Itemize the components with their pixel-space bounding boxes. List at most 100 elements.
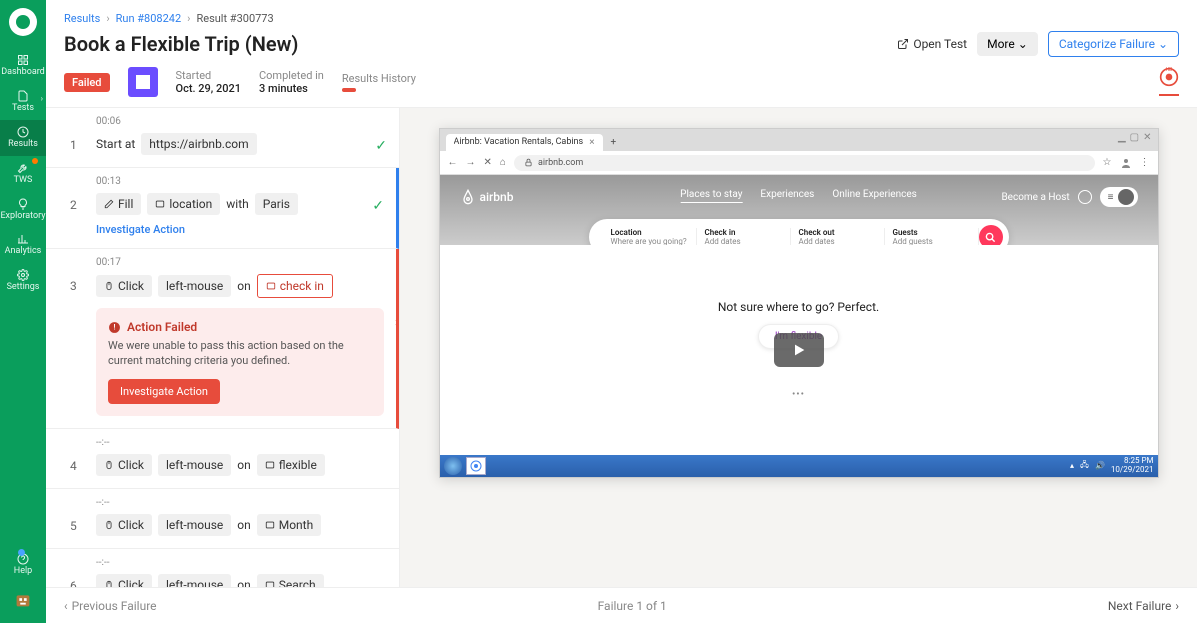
previous-failure-link[interactable]: ‹ Previous Failure bbox=[64, 599, 157, 613]
investigate-action-button[interactable]: Investigate Action bbox=[108, 379, 220, 404]
sound-icon[interactable]: 🔊 bbox=[1095, 461, 1105, 470]
nav-places[interactable]: Places to stay bbox=[680, 189, 742, 203]
search-checkin[interactable]: Check in Add dates bbox=[697, 228, 791, 246]
user-icon[interactable] bbox=[1120, 157, 1132, 169]
play-video-button[interactable] bbox=[774, 333, 824, 367]
steps-pane[interactable]: 1 00:06 Start at https://airbnb.com ✓ 2 … bbox=[46, 108, 400, 587]
target-label: Month bbox=[279, 518, 313, 532]
clock-date: 10/29/2021 bbox=[1111, 466, 1154, 475]
user-avatar bbox=[128, 67, 158, 97]
notification-badge-icon bbox=[32, 158, 38, 164]
error-message: We were unable to pass this action based… bbox=[108, 338, 372, 369]
element-icon bbox=[265, 520, 275, 530]
new-tab-button[interactable]: + bbox=[607, 137, 621, 148]
next-failure-link[interactable]: Next Failure › bbox=[1108, 599, 1179, 613]
sidebar-item-analytics[interactable]: Analytics bbox=[0, 227, 46, 263]
mouse-icon bbox=[104, 281, 114, 291]
menu-icon[interactable]: ⋮ bbox=[1140, 157, 1150, 168]
step-connector: with bbox=[226, 197, 248, 211]
sidebar-label: TWS bbox=[14, 176, 33, 186]
airbnb-logo[interactable]: airbnb bbox=[460, 189, 514, 205]
target-chip-failed: check in bbox=[257, 274, 333, 298]
nav-online[interactable]: Online Experiences bbox=[832, 189, 916, 203]
chevron-right-icon: › bbox=[41, 94, 43, 103]
profile-menu[interactable]: ≡ bbox=[1100, 187, 1138, 207]
sidebar-label: Dashboard bbox=[1, 68, 45, 78]
step-row[interactable]: 5 --:-- Click left-mouse on Month bbox=[46, 489, 399, 549]
error-title: ! Action Failed bbox=[108, 320, 372, 334]
chevron-right-icon: › bbox=[187, 12, 190, 25]
minimize-icon[interactable]: ▁ bbox=[1118, 132, 1126, 143]
open-test-link[interactable]: Open Test bbox=[897, 37, 967, 51]
start-button-icon[interactable] bbox=[444, 457, 462, 475]
bulb-icon bbox=[17, 198, 29, 210]
step-row[interactable]: 3 00:17 Click left-mouse on check in bbox=[46, 249, 399, 429]
avatar-icon bbox=[1118, 189, 1134, 205]
step-verb: Start at bbox=[96, 137, 135, 151]
loading-dots-icon: ••• bbox=[792, 389, 805, 400]
nav-experiences[interactable]: Experiences bbox=[760, 189, 814, 203]
globe-icon[interactable] bbox=[1078, 190, 1092, 204]
star-icon[interactable]: ☆ bbox=[1103, 157, 1112, 168]
search-checkout[interactable]: Check out Add dates bbox=[791, 228, 885, 246]
history-bar-icon bbox=[342, 88, 356, 92]
meta-value: 3 minutes bbox=[259, 82, 324, 95]
chrome-icon bbox=[470, 460, 482, 472]
breadcrumb: Results › Run #808242 › Result #300773 bbox=[64, 12, 1179, 25]
search-guests[interactable]: Guests Add guests bbox=[885, 228, 979, 246]
url-input[interactable]: airbnb.com bbox=[514, 155, 1095, 171]
sidebar-item-tws[interactable]: TWS bbox=[0, 156, 46, 192]
step-row[interactable]: 6 --:-- Click left-mouse on Search bbox=[46, 549, 399, 587]
sidebar-item-help[interactable]: Help bbox=[12, 547, 34, 583]
breadcrumb-results[interactable]: Results bbox=[64, 12, 100, 25]
close-icon[interactable]: × bbox=[589, 137, 594, 148]
prev-label: Previous Failure bbox=[72, 599, 157, 613]
mouse-icon bbox=[104, 580, 114, 587]
stop-icon[interactable]: ✕ bbox=[484, 157, 492, 168]
sidebar-item-exploratory[interactable]: Exploratory bbox=[0, 192, 46, 228]
step-row[interactable]: 2 00:13 Fill location with Paris bbox=[46, 168, 399, 249]
tray-up-icon[interactable]: ▴ bbox=[1070, 461, 1074, 470]
more-button[interactable]: More ⌄ bbox=[977, 32, 1038, 56]
sidebar-item-settings[interactable]: Settings bbox=[0, 263, 46, 299]
breadcrumb-run[interactable]: Run #808242 bbox=[116, 12, 182, 25]
step-connector: on bbox=[237, 279, 250, 293]
sidebar-item-robot[interactable] bbox=[12, 583, 34, 613]
close-icon[interactable]: ✕ bbox=[1143, 132, 1151, 143]
sidebar-label: Exploratory bbox=[0, 212, 45, 222]
system-clock[interactable]: 8:25 PM 10/29/2021 bbox=[1111, 457, 1154, 475]
check-icon: ✓ bbox=[375, 138, 387, 154]
browser-tab[interactable]: Airbnb: Vacation Rentals, Cabins × bbox=[446, 134, 603, 151]
browser-hd-icon[interactable]: HD bbox=[1159, 67, 1179, 96]
categorize-failure-button[interactable]: Categorize Failure ⌄ bbox=[1048, 31, 1179, 57]
investigate-link[interactable]: Investigate Action bbox=[96, 223, 384, 236]
edit-icon bbox=[104, 199, 114, 209]
step-row[interactable]: 1 00:06 Start at https://airbnb.com ✓ bbox=[46, 108, 399, 168]
forward-icon[interactable]: → bbox=[466, 157, 476, 168]
network-icon[interactable]: 🖧 bbox=[1080, 459, 1089, 473]
started-meta: Started Oct. 29, 2021 bbox=[176, 69, 241, 95]
chrome-taskbar-icon[interactable] bbox=[466, 457, 486, 475]
step-row[interactable]: 4 --:-- Click left-mouse on flexible bbox=[46, 429, 399, 489]
categorize-label: Categorize Failure bbox=[1059, 37, 1155, 51]
step-number: 5 bbox=[70, 519, 77, 533]
app-logo[interactable] bbox=[9, 8, 37, 36]
maximize-icon[interactable]: ▢ bbox=[1130, 132, 1139, 143]
chevron-left-icon: ‹ bbox=[64, 599, 68, 613]
page-title: Book a Flexible Trip (New) bbox=[64, 32, 298, 56]
become-host-link[interactable]: Become a Host bbox=[1001, 192, 1069, 203]
chevron-down-icon: ⌄ bbox=[1158, 37, 1168, 51]
play-icon bbox=[791, 342, 807, 358]
tools-icon bbox=[17, 162, 29, 174]
target-chip: Search bbox=[257, 574, 324, 587]
back-icon[interactable]: ← bbox=[448, 157, 458, 168]
sidebar-item-dashboard[interactable]: Dashboard bbox=[0, 48, 46, 84]
sidebar-item-tests[interactable]: Tests › bbox=[0, 84, 46, 120]
open-test-label: Open Test bbox=[913, 37, 967, 51]
svg-text:!: ! bbox=[113, 322, 115, 331]
airbnb-logo-text: airbnb bbox=[480, 190, 514, 204]
home-icon[interactable]: ⌂ bbox=[500, 157, 506, 168]
sidebar-item-results[interactable]: Results bbox=[0, 120, 46, 156]
search-location[interactable]: Location Where are you going? bbox=[603, 228, 697, 246]
search-label: Location bbox=[611, 228, 688, 237]
